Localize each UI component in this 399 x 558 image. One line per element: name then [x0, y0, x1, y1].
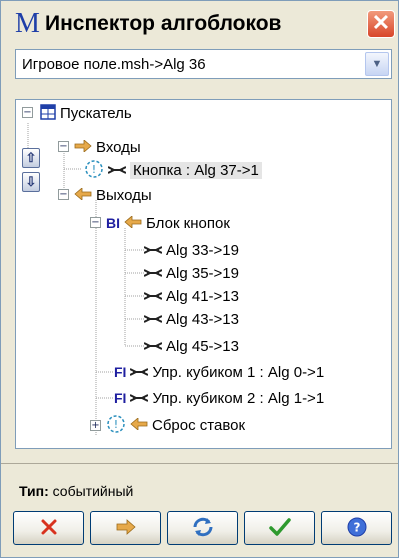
link-icon [143, 339, 163, 354]
close-button[interactable]: ✕ [367, 10, 395, 38]
arrow-left-icon [124, 214, 142, 231]
separator [1, 463, 398, 464]
link-icon [143, 312, 163, 327]
inspector-window: M Инспектор алгоблоков ✕ Игровое поле.ms… [0, 0, 399, 558]
tree-node-label: Alg 45->13 [166, 337, 239, 355]
link-icon [143, 243, 163, 258]
link-icon [143, 289, 163, 304]
tree-node-link[interactable]: Alg 43->13 [143, 308, 239, 330]
arrow-left-icon [130, 416, 148, 433]
fi-tag: FI [114, 390, 127, 406]
event-icon: ! [106, 414, 126, 437]
tree-node-label: Alg 41->13 [166, 287, 239, 305]
tree-node-label: Блок кнопок [146, 214, 230, 232]
tree-node-link[interactable]: Alg 33->19 [143, 239, 239, 261]
link-icon [130, 365, 149, 380]
tree-node-label: Alg 35->19 [166, 264, 239, 282]
link-icon [130, 391, 149, 406]
tree-node-label: Сброс ставок [152, 416, 246, 434]
algorithm-select-value: Игровое поле.msh->Alg 36 [22, 56, 206, 73]
table-icon [40, 103, 56, 123]
bi-tag: BI [106, 215, 120, 231]
refresh-button[interactable] [167, 511, 238, 545]
reset-bets-expand-toggle[interactable]: + [90, 420, 101, 431]
help-button[interactable]: ? [321, 511, 392, 545]
tree-node-label: Alg 43->13 [166, 310, 239, 328]
move-down-button[interactable]: ⇩ [22, 172, 40, 192]
svg-text:!: ! [114, 418, 118, 431]
link-icon [143, 266, 163, 281]
refresh-icon [191, 515, 215, 542]
app-logo: M [15, 8, 40, 39]
type-value: событийный [52, 483, 134, 499]
tree-node-link[interactable]: Alg 45->13 [143, 335, 239, 357]
event-icon: ! [84, 159, 104, 182]
svg-text:?: ? [353, 520, 360, 534]
tree-node-label: Входы [96, 138, 141, 156]
type-row: Тип: событийный [19, 483, 133, 499]
tree-node-label: Alg 33->19 [166, 241, 239, 259]
window-title: Инспектор алгоблоков [45, 12, 282, 35]
root-collapse-toggle[interactable]: − [22, 107, 33, 118]
algoblock-tree[interactable]: − Пускатель ⇧ ⇩ − Входы ! Кнопка : Alg 3… [15, 99, 392, 449]
chevron-down-icon[interactable]: ▼ [365, 52, 389, 76]
arrow-right-icon [115, 518, 137, 538]
move-up-button[interactable]: ⇧ [22, 148, 40, 168]
svg-text:!: ! [92, 163, 96, 176]
goto-button[interactable] [90, 511, 161, 545]
tree-node-inputs[interactable]: Входы [74, 136, 141, 158]
tree-node-cube-control-1[interactable]: FI Упр. кубиком 1 : Alg 0->1 [114, 361, 324, 383]
tree-node-reset-bets[interactable]: ! Сброс ставок [106, 414, 245, 436]
tree-node-cube-control-2[interactable]: FI Упр. кубиком 2 : Alg 1->1 [114, 387, 324, 409]
ok-button[interactable] [244, 511, 315, 545]
tree-node-label: Пускатель [60, 104, 132, 122]
red-x-icon [38, 516, 60, 541]
arrow-left-icon [74, 186, 92, 203]
tree-node-link[interactable]: Alg 41->13 [143, 285, 239, 307]
outputs-collapse-toggle[interactable]: − [58, 189, 69, 200]
algorithm-select[interactable]: Игровое поле.msh->Alg 36 ▼ [15, 49, 392, 79]
fi-tag: FI [114, 364, 127, 380]
button-block-collapse-toggle[interactable]: − [90, 217, 101, 228]
delete-button[interactable] [13, 511, 84, 545]
tree-node-label: Выходы [96, 186, 152, 204]
tree-node-label: Кнопка : Alg 37->1 [130, 161, 262, 179]
link-icon [107, 163, 127, 178]
tree-node-button-block[interactable]: BI Блок кнопок [106, 212, 230, 234]
tree-node-label: Упр. кубиком 2 : Alg 1->1 [152, 389, 325, 407]
arrow-right-icon [74, 138, 92, 155]
type-label: Тип: [19, 483, 49, 499]
tree-node-link[interactable]: Alg 35->19 [143, 262, 239, 284]
help-icon: ? [346, 516, 368, 541]
title-bar[interactable]: M Инспектор алгоблоков ✕ [1, 1, 398, 47]
tree-node-outputs[interactable]: Выходы [74, 184, 152, 206]
tree-node-label: Упр. кубиком 1 : Alg 0->1 [152, 363, 325, 381]
inputs-collapse-toggle[interactable]: − [58, 141, 69, 152]
tree-node-input-button[interactable]: ! Кнопка : Alg 37->1 [84, 159, 262, 181]
checkmark-icon [268, 516, 292, 541]
tree-node-root[interactable]: Пускатель [40, 102, 132, 124]
